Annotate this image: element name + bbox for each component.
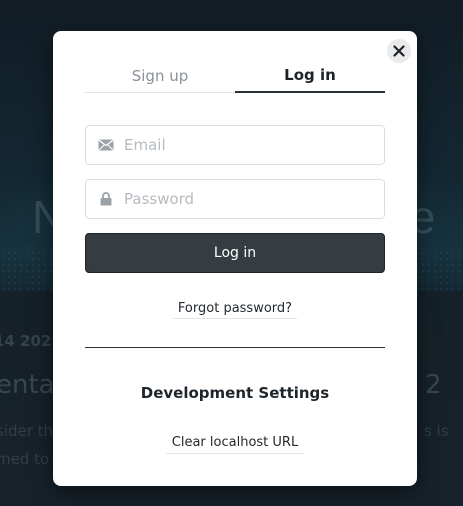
- section-divider: [85, 347, 385, 348]
- log-in-button[interactable]: Log in: [85, 233, 385, 273]
- password-field[interactable]: [85, 179, 385, 219]
- auth-tabs: Sign up Log in: [85, 59, 385, 93]
- forgot-password-link[interactable]: Forgot password?: [172, 301, 298, 319]
- email-input[interactable]: [124, 136, 364, 154]
- lock-icon: [86, 192, 124, 206]
- envelope-icon: [86, 139, 124, 151]
- email-field[interactable]: [85, 125, 385, 165]
- clear-url-row: Clear localhost URL: [53, 431, 417, 454]
- auth-modal: Sign up Log in Log in Forgot password? D…: [53, 31, 417, 486]
- password-input[interactable]: [124, 190, 364, 208]
- clear-localhost-url-button[interactable]: Clear localhost URL: [165, 435, 305, 454]
- forgot-password-row: Forgot password?: [53, 297, 417, 319]
- dev-settings-heading: Development Settings: [140, 384, 330, 402]
- close-icon: [393, 45, 405, 57]
- close-button[interactable]: [387, 39, 411, 63]
- tab-log-in[interactable]: Log in: [235, 59, 385, 93]
- tab-sign-up[interactable]: Sign up: [85, 59, 235, 93]
